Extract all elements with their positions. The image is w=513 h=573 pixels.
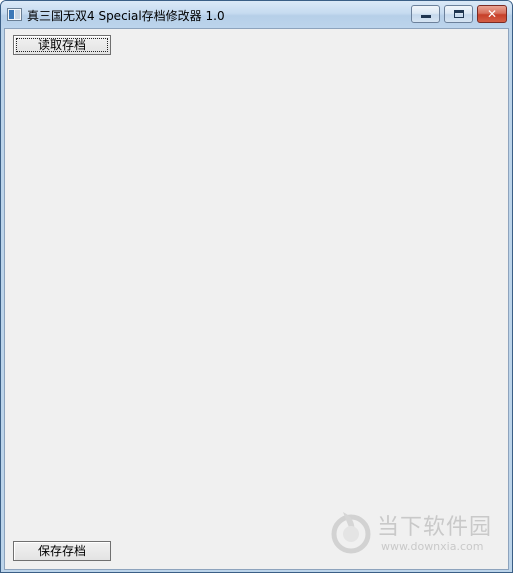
watermark: 当下软件园 www.downxia.com: [329, 507, 499, 557]
close-icon: ✕: [486, 7, 498, 21]
app-window: 真三国无双4 Special存档修改器 1.0 ✕ 读取存档 保存存档 当下软件…: [0, 0, 513, 573]
watermark-url: www.downxia.com: [381, 540, 484, 553]
maximize-button[interactable]: [444, 5, 473, 23]
minimize-button[interactable]: [411, 5, 440, 23]
save-save-button[interactable]: 保存存档: [13, 541, 111, 561]
window-title: 真三国无双4 Special存档修改器 1.0: [27, 9, 225, 23]
title-bar[interactable]: 真三国无双4 Special存档修改器 1.0 ✕: [1, 1, 512, 28]
minimize-icon: [421, 15, 431, 18]
client-area: 读取存档 保存存档 当下软件园 www.downxia.com: [4, 28, 509, 570]
downxia-logo-icon: [331, 512, 371, 554]
maximize-icon: [454, 10, 464, 18]
close-button[interactable]: ✕: [477, 5, 507, 23]
app-window-icon[interactable]: [7, 8, 22, 21]
watermark-brand: 当下软件园: [377, 515, 493, 540]
load-save-button[interactable]: 读取存档: [13, 35, 111, 55]
